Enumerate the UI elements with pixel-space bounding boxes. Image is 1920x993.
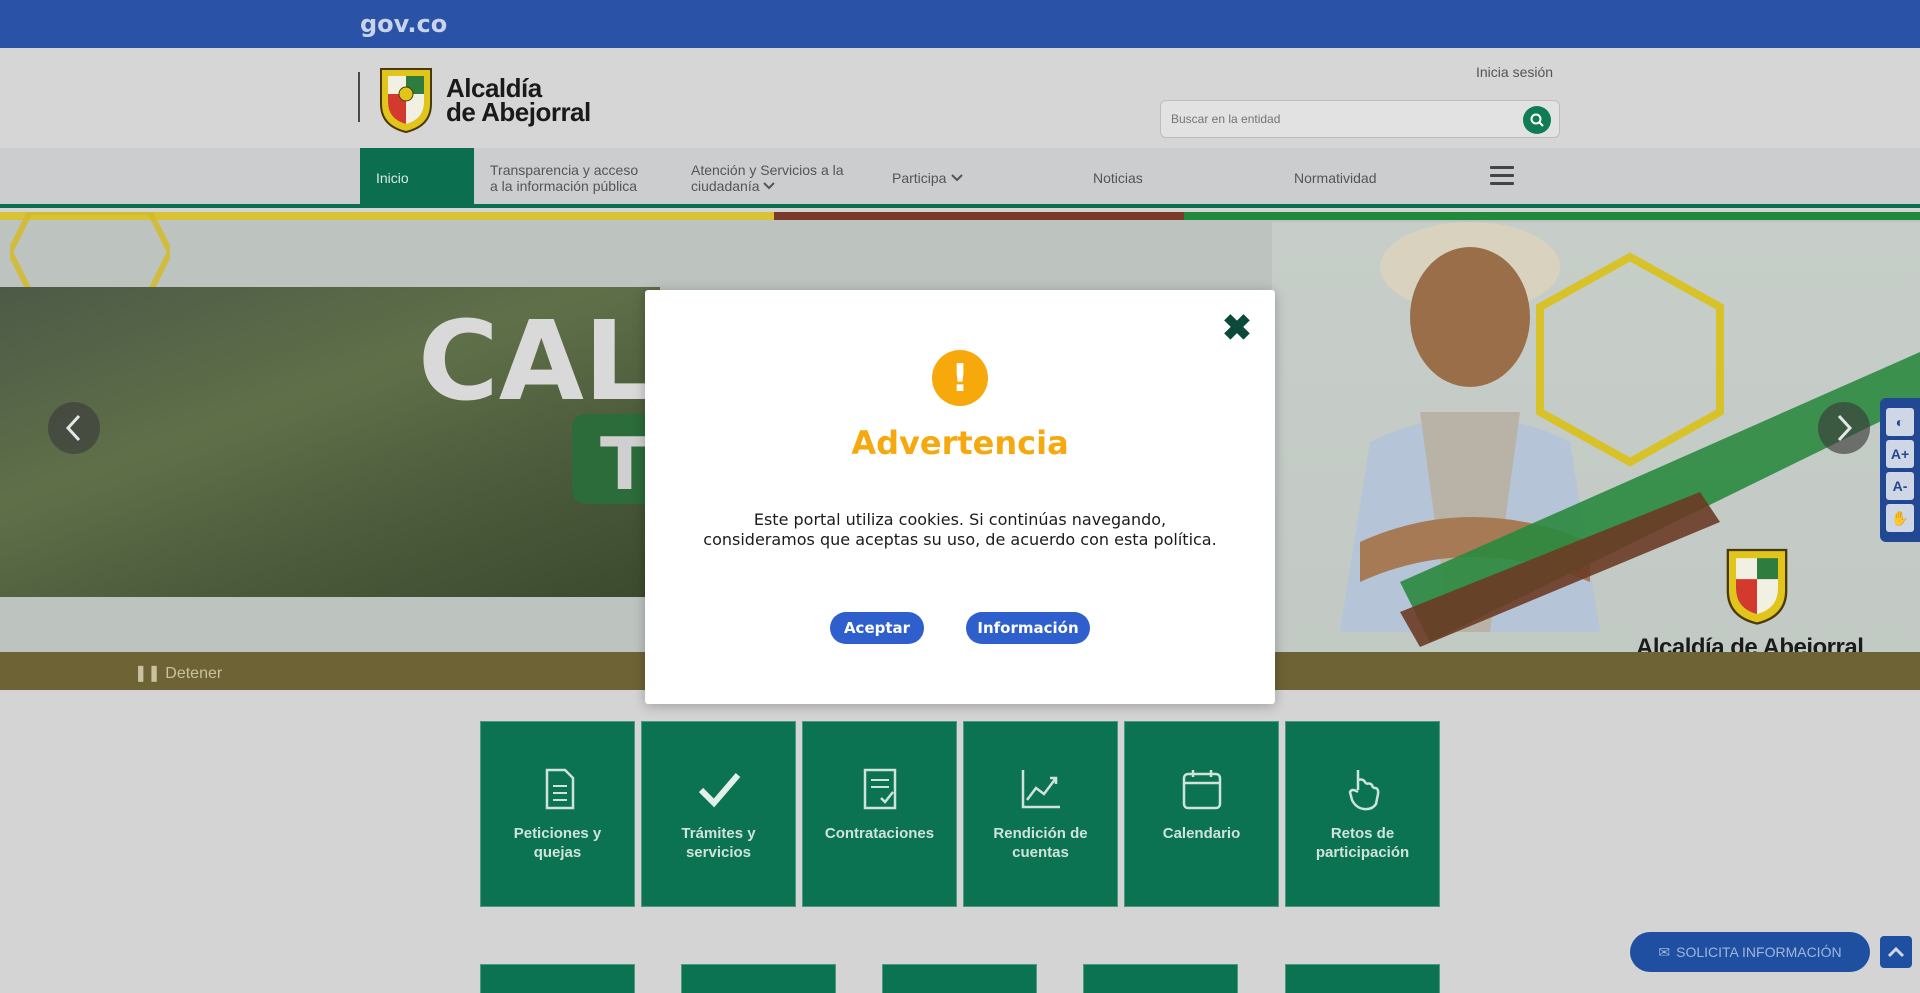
information-button[interactable]: Información xyxy=(966,612,1090,644)
accept-button[interactable]: Aceptar xyxy=(830,612,924,644)
close-icon[interactable]: ✖ xyxy=(1219,310,1255,346)
modal-message-line2: consideramos que aceptas su uso, de acue… xyxy=(703,530,1217,549)
modal-overlay: ✖ ! Advertencia Este portal utiliza cook… xyxy=(0,0,1920,993)
modal-title: Advertencia xyxy=(851,424,1069,462)
cookie-warning-modal: ✖ ! Advertencia Este portal utiliza cook… xyxy=(645,290,1275,704)
modal-message-line1: Este portal utiliza cookies. Si continúa… xyxy=(753,510,1167,529)
warning-icon: ! xyxy=(932,350,988,406)
modal-message: Este portal utiliza cookies. Si continúa… xyxy=(685,510,1235,550)
